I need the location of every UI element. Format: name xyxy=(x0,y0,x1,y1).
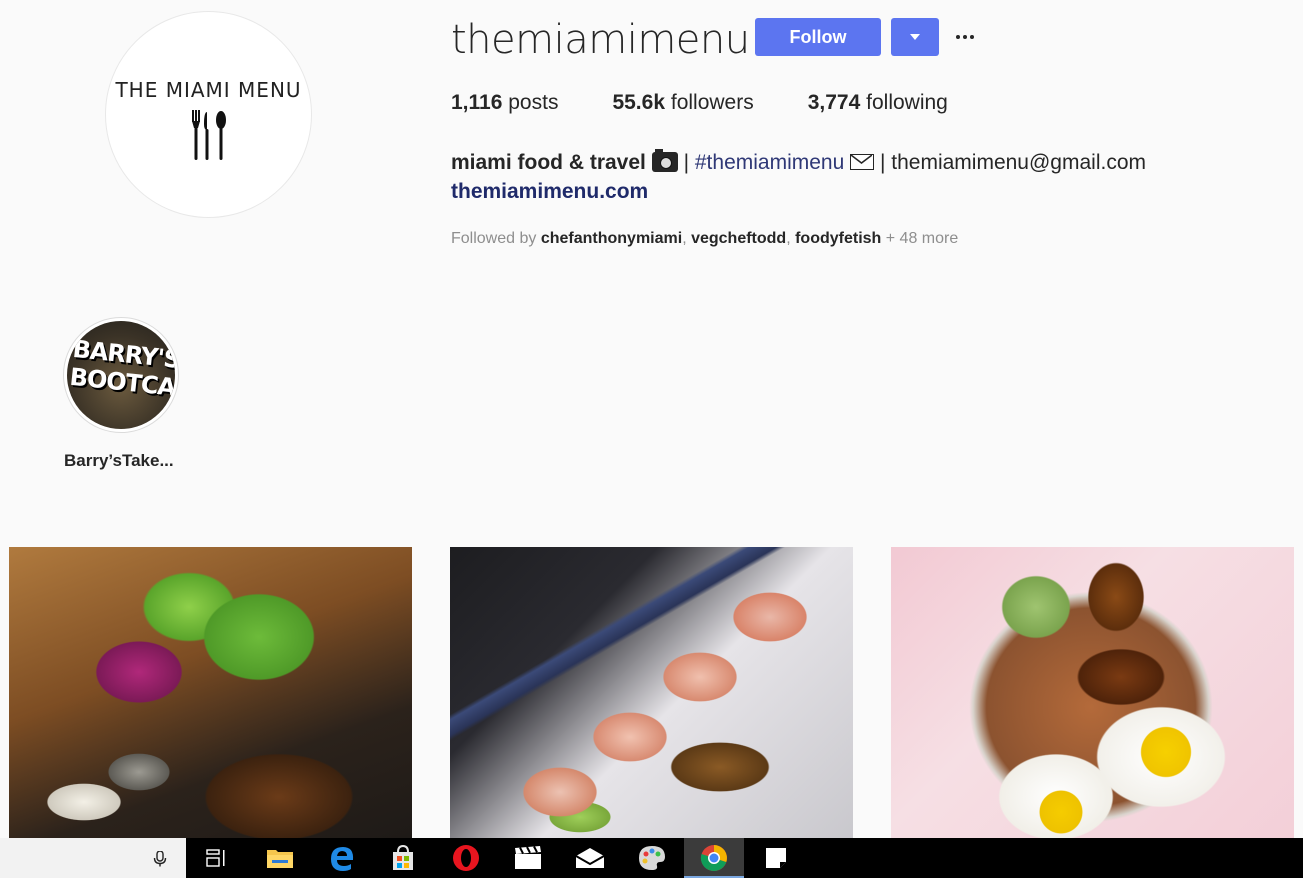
followed-by-user[interactable]: foodyfetish xyxy=(795,230,881,247)
bio-separator: | xyxy=(683,151,695,174)
edge-icon[interactable] xyxy=(312,838,372,878)
profile-stats: 1,116 posts 55.6k followers 3,774 follow… xyxy=(451,91,1002,115)
followed-by: Followed by chefanthonymiami, vegcheftod… xyxy=(451,230,958,248)
profile-full-name: miami food & travel xyxy=(451,151,646,174)
posts-stat: 1,116 posts xyxy=(451,91,558,115)
mail-icon[interactable] xyxy=(560,838,620,878)
followed-by-comma: , xyxy=(786,230,796,247)
more-options-button[interactable] xyxy=(952,26,978,48)
follow-button[interactable]: Follow xyxy=(755,18,881,56)
followed-by-user[interactable]: vegcheftodd xyxy=(691,230,786,247)
paint-icon[interactable] xyxy=(622,838,682,878)
story-highlight[interactable]: BARRY'S BOOTCAMP xyxy=(63,317,179,433)
chrome-icon[interactable] xyxy=(684,838,744,878)
avatar-logo-text: THE MIAMI MENU xyxy=(115,78,302,102)
posts-label: posts xyxy=(508,91,559,114)
followed-by-prefix: Followed by xyxy=(451,230,541,247)
bio-hashtag-link[interactable]: #themiamimenu xyxy=(695,151,844,174)
followed-by-user[interactable]: chefanthonymiami xyxy=(541,230,682,247)
profile-username: themiamimenu xyxy=(451,17,750,63)
ellipsis-icon xyxy=(956,35,960,39)
fork-knife-spoon-icon xyxy=(191,110,226,160)
following-stat[interactable]: 3,774 following xyxy=(808,91,948,115)
profile-website-link[interactable]: themiamimenu.com xyxy=(451,180,648,204)
suggestions-dropdown-button[interactable] xyxy=(891,18,939,56)
bio-email: themiamimenu@gmail.com xyxy=(891,151,1146,174)
followed-by-more[interactable]: + 48 more xyxy=(881,230,959,247)
ellipsis-icon-dot xyxy=(963,35,967,39)
camera-icon xyxy=(651,149,678,172)
story-highlight-image: BARRY'S BOOTCAMP xyxy=(67,321,175,429)
post-thumbnail-bodega-bowl[interactable] xyxy=(891,547,1294,838)
followers-count: 55.6k xyxy=(612,91,666,114)
posts-count: 1,116 xyxy=(451,91,503,114)
windows-taskbar xyxy=(0,838,1303,878)
ellipsis-icon-dot xyxy=(970,35,974,39)
task-view-icon[interactable] xyxy=(187,838,247,878)
taskbar-search-box[interactable] xyxy=(0,838,186,878)
envelope-icon xyxy=(850,154,875,170)
file-explorer-icon[interactable] xyxy=(250,838,310,878)
opera-icon[interactable] xyxy=(436,838,496,878)
post-thumbnail-lettuce-bowl[interactable] xyxy=(9,547,412,838)
post-thumbnail-sushi-roll[interactable] xyxy=(450,547,853,838)
followed-by-comma: , xyxy=(682,230,692,247)
mic-icon[interactable] xyxy=(153,851,167,867)
movies-icon[interactable] xyxy=(498,838,558,878)
followers-stat[interactable]: 55.6k followers xyxy=(612,91,753,115)
store-icon[interactable] xyxy=(373,838,433,878)
triangle-down-icon xyxy=(910,34,920,40)
sticky-notes-icon[interactable] xyxy=(746,838,806,878)
following-count: 3,774 xyxy=(807,91,861,114)
following-label: following xyxy=(866,91,948,114)
followers-label: followers xyxy=(670,91,754,114)
bio-separator: | xyxy=(879,151,892,174)
story-highlight-label[interactable]: Barry’sTake... xyxy=(64,451,174,471)
profile-avatar[interactable]: THE MIAMI MENU xyxy=(105,11,312,218)
profile-bio: miami food & travel | #themiamimenu | th… xyxy=(451,147,1146,179)
highlight-sign-text: BARRY'S BOOTCAMP xyxy=(68,335,175,406)
